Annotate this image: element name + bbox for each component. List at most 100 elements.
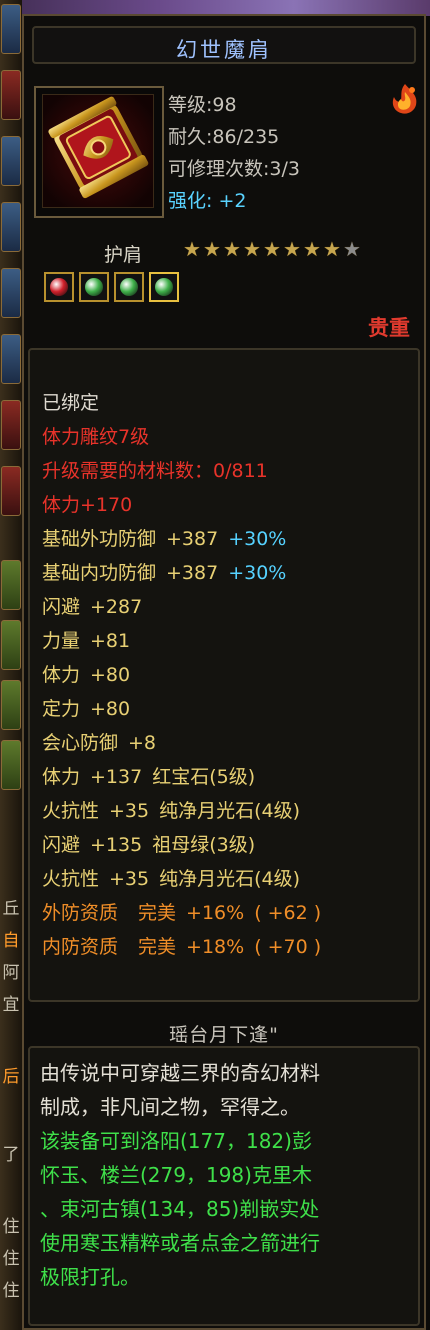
quality-percent: +18% [186, 936, 245, 958]
minimap-fragment [1, 560, 21, 610]
attr-value: +135 [90, 834, 143, 856]
flavor-text-line: 制成，非凡间之物，罕得之。 [40, 1095, 300, 1119]
chat-glyph: 自 [2, 931, 20, 951]
engrave-level: 体力雕纹7级 [42, 426, 150, 448]
hint-text-line: 、束河古镇(134，85)剃嵌实处 [40, 1197, 320, 1221]
green-gem-icon[interactable] [79, 272, 109, 302]
upgrade-materials: 升级需要的材料数：0/811 [42, 460, 268, 482]
star-filled-icon: ★ [303, 237, 321, 261]
gem-level: (5级) [209, 766, 256, 788]
gem-orb [50, 278, 68, 296]
star-filled-icon: ★ [323, 237, 341, 261]
gem-level: (4级) [254, 800, 301, 822]
attr-label: 火抗性 [42, 868, 100, 890]
attr-value: +81 [90, 630, 131, 652]
shoulder-armor-icon [42, 94, 154, 208]
skill-slot[interactable] [1, 70, 21, 120]
chat-glyph: 了 [2, 1145, 20, 1165]
attr-label: 力量 [42, 630, 81, 652]
star-rating: ★ ★ ★ ★ ★ ★ ★ ★ ★ [182, 238, 362, 260]
attr-value: +80 [90, 698, 131, 720]
attr-value: +387 [166, 528, 219, 550]
attr-label: 定力 [42, 698, 81, 720]
star-filled-icon: ★ [183, 237, 201, 261]
gem-attr-line: 闪避 +135 祖母绿(3级) [42, 830, 255, 857]
skill-slot[interactable] [1, 268, 21, 318]
item-icon-frame [34, 86, 164, 218]
gem-level: (3级) [209, 834, 256, 856]
bound-status: 已绑定 [42, 392, 100, 414]
flame-rank-icon [388, 82, 422, 116]
star-filled-icon: ★ [263, 237, 281, 261]
attr-value: +137 [90, 766, 143, 788]
equipment-slot-type: 护肩 [104, 244, 143, 266]
chat-glyph: 住 [2, 1217, 20, 1237]
description-panel: 由传说中可穿越三界的奇幻材料 制成，非凡间之物，罕得之。 该装备可到洛阳(177… [28, 1046, 420, 1326]
hint-text-line: 该装备可到洛阳(177，182)彭 [40, 1129, 312, 1153]
quality-line: 内防资质 完美 +18% ( +70 ) [42, 932, 321, 959]
attr-value: +80 [90, 664, 131, 686]
minimap-fragment [1, 620, 21, 670]
item-durability: 耐久:86/235 [168, 126, 280, 148]
quality-label: 内防资质 [42, 936, 119, 958]
skill-slot[interactable] [1, 466, 21, 516]
attr-strength: 力量 +81 [42, 626, 130, 653]
chat-glyph: 丘 [2, 899, 20, 919]
base-inner-defense: 基础内功防御 +387 +30% [42, 558, 286, 585]
attr-label: 基础内功防御 [42, 562, 157, 584]
chat-glyph: 阿 [2, 963, 20, 983]
gem-attr-line: 火抗性 +35 纯净月光石(4级) [42, 864, 300, 891]
skill-slot[interactable] [1, 202, 21, 252]
attr-stamina: 体力 +80 [42, 660, 130, 687]
gem-attr-line: 体力 +137 红宝石(5级) [42, 762, 255, 789]
quality-grade: 完美 [138, 936, 177, 958]
item-tooltip: 幻世魔肩 等级:98 耐久:86/235 可修理次数:3/3 强化: +2 护肩… [22, 14, 426, 1330]
engrave-stamina-bonus: 体力+170 [42, 494, 133, 516]
chat-glyph: 后 [2, 1067, 20, 1087]
star-empty-icon: ★ [343, 237, 361, 261]
item-title-bar: 幻世魔肩 [32, 26, 416, 64]
star-filled-icon: ★ [223, 237, 241, 261]
skill-slot[interactable] [1, 334, 21, 384]
item-name: 幻世魔肩 [176, 38, 272, 62]
hint-text-line: 使用寒玉精粹或者点金之箭进行 [40, 1231, 320, 1255]
attr-value: +387 [166, 562, 219, 584]
chat-glyph: 住 [2, 1281, 20, 1301]
hint-text-line: 怀玉、楼兰(279，198)克里木 [40, 1163, 312, 1187]
attr-value: +287 [90, 596, 143, 618]
attr-label: 会心防御 [42, 732, 119, 754]
green-gem-icon[interactable] [149, 272, 179, 302]
quality-line: 外防资质 完美 +16% ( +62 ) [42, 898, 321, 925]
attr-label: 闪避 [42, 596, 81, 618]
skill-slot[interactable] [1, 136, 21, 186]
quality-value: ( +70 ) [254, 936, 322, 958]
skill-slot[interactable] [1, 400, 21, 450]
attr-label: 体力 [42, 766, 81, 788]
attr-percent: +30% [228, 562, 287, 584]
gem-attr-line: 火抗性 +35 纯净月光石(4级) [42, 796, 300, 823]
gem-name: 祖母绿 [152, 834, 210, 856]
set-name: 瑶台月下逢" [169, 1024, 279, 1046]
gem-name: 纯净月光石 [159, 868, 255, 890]
gem-name: 红宝石 [152, 766, 210, 788]
quality-percent: +16% [186, 902, 245, 924]
attr-label: 基础外功防御 [42, 528, 157, 550]
item-level: 等级:98 [168, 94, 237, 116]
green-gem-icon[interactable] [114, 272, 144, 302]
attr-label: 闪避 [42, 834, 81, 856]
gem-orb [85, 278, 103, 296]
red-gem-icon[interactable] [44, 272, 74, 302]
attr-value: +35 [109, 800, 150, 822]
gem-sockets [44, 272, 179, 302]
skill-slot[interactable] [1, 4, 21, 54]
attr-value: +8 [128, 732, 157, 754]
quality-grade: 完美 [138, 902, 177, 924]
base-outer-defense: 基础外功防御 +387 +30% [42, 524, 286, 551]
item-repair-count: 可修理次数:3/3 [168, 158, 300, 180]
attr-label: 体力 [42, 664, 81, 686]
gem-name: 纯净月光石 [159, 800, 255, 822]
attr-crit-defense: 会心防御 +8 [42, 728, 156, 755]
quality-value: ( +62 ) [254, 902, 322, 924]
star-filled-icon: ★ [203, 237, 221, 261]
attr-focus: 定力 +80 [42, 694, 130, 721]
